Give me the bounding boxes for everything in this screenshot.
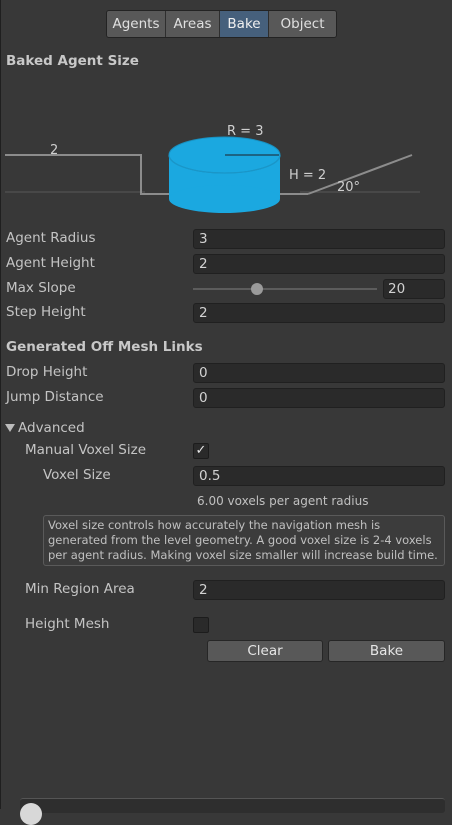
height-mesh-label: Height Mesh (25, 616, 110, 632)
max-slope-label: Max Slope (6, 280, 76, 296)
offmesh-links-title: Generated Off Mesh Links (6, 339, 203, 355)
agent-height-label: Agent Height (6, 255, 95, 271)
min-region-area-field[interactable]: 2 (193, 580, 445, 600)
diagram-height-label: H = 2 (289, 168, 326, 183)
drop-height-field[interactable]: 0 (193, 363, 445, 383)
agent-radius-label: Agent Radius (6, 230, 96, 246)
diagram-agent-cylinder (168, 136, 281, 213)
max-slope-slider-thumb[interactable] (251, 283, 263, 295)
tab-bake[interactable]: Bake (220, 11, 269, 37)
agent-radius-field[interactable]: 3 (193, 229, 445, 249)
voxel-size-label: Voxel Size (43, 467, 111, 483)
step-height-field[interactable]: 2 (193, 303, 445, 323)
tab-areas[interactable]: Areas (166, 11, 220, 37)
min-region-area-label: Min Region Area (25, 581, 135, 597)
bake-button[interactable]: Bake (328, 640, 445, 662)
max-slope-field[interactable]: 20 (383, 279, 445, 299)
tab-agents[interactable]: Agents (107, 11, 166, 37)
bottom-toolbar (20, 798, 445, 813)
agent-size-diagram: 2 R = 3 H = 2 20° (5, 124, 420, 213)
advanced-foldout-label[interactable]: Advanced (18, 420, 85, 436)
step-height-label: Step Height (6, 304, 86, 320)
jump-distance-label: Jump Distance (6, 389, 104, 405)
bottom-toolbar-icon[interactable] (20, 803, 42, 825)
agent-height-field[interactable]: 2 (193, 254, 445, 274)
voxel-size-field[interactable]: 0.5 (193, 466, 445, 486)
manual-voxel-size-label: Manual Voxel Size (25, 442, 147, 458)
max-slope-slider-track[interactable] (193, 288, 377, 290)
voxels-per-radius-info: 6.00 voxels per agent radius (197, 494, 369, 508)
jump-distance-field[interactable]: 0 (193, 388, 445, 408)
voxel-size-help-box: Voxel size controls how accurately the n… (43, 515, 445, 566)
diagram-step-outline (5, 154, 170, 195)
drop-height-label: Drop Height (6, 364, 88, 380)
diagram-radius-label: R = 3 (227, 124, 263, 139)
diagram-step-height-label: 2 (50, 143, 58, 158)
diagram-slope-label: 20° (337, 180, 360, 195)
clear-button[interactable]: Clear (207, 640, 323, 662)
tab-object[interactable]: Object (269, 11, 336, 37)
baked-agent-size-title: Baked Agent Size (6, 53, 139, 69)
manual-voxel-size-checkbox[interactable]: ✓ (193, 443, 209, 459)
advanced-foldout-arrow-icon[interactable] (5, 424, 15, 432)
tab-bar: Agents Areas Bake Object (106, 10, 337, 38)
height-mesh-checkbox[interactable] (193, 617, 209, 633)
